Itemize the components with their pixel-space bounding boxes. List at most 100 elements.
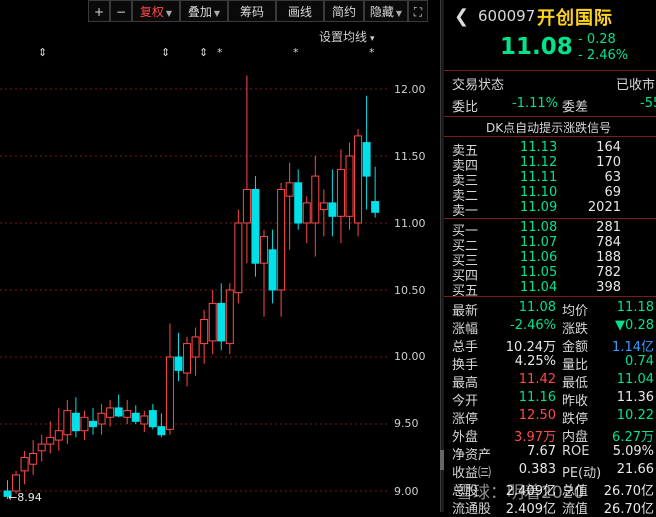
zoom-in-button[interactable]: +: [88, 0, 110, 22]
diejia-label: 叠加: [187, 5, 212, 19]
weibi-value: -1.11%: [512, 96, 558, 111]
candle[interactable]: [71, 397, 80, 438]
divider: [444, 136, 656, 137]
event-marker[interactable]: ⇕: [38, 46, 47, 59]
candle[interactable]: [97, 403, 106, 435]
candle[interactable]: [80, 410, 89, 441]
candle[interactable]: [328, 169, 337, 237]
candle-body: [97, 412, 106, 425]
divider: [444, 70, 656, 71]
candle[interactable]: [362, 95, 371, 210]
candle-body: [371, 201, 380, 213]
kline-chart-area[interactable]: + − 复权 ▼ 叠加 ▼ 筹码 画线 简约 隐藏 ▼ ⛶ 设置均线 ▾ ⇕ ⇕ ⇕ *…: [0, 0, 440, 512]
quote-value: 10.22: [616, 408, 654, 423]
jianyue-button[interactable]: 简约: [324, 0, 364, 22]
event-marker[interactable]: *: [217, 46, 223, 59]
candle[interactable]: [37, 434, 46, 462]
candle-body: [208, 302, 217, 342]
candle[interactable]: [63, 399, 72, 445]
quote-value: 4.25%: [514, 354, 556, 369]
quote-label: ROE: [562, 444, 590, 459]
sell-level-price: 11.13: [520, 140, 558, 155]
candle[interactable]: [123, 399, 132, 424]
kline-chart[interactable]: [0, 0, 440, 512]
diejia-dropdown[interactable]: 叠加 ▼: [180, 0, 228, 22]
buy-level-price: 11.04: [520, 280, 558, 295]
candle[interactable]: [208, 290, 217, 355]
quote-value: 12.50: [518, 408, 556, 423]
buy-level-price: 11.05: [520, 265, 558, 280]
candle[interactable]: [285, 162, 294, 250]
fuquan-dropdown[interactable]: 复权 ▼: [132, 0, 180, 22]
candle[interactable]: [251, 176, 260, 277]
candle[interactable]: [319, 189, 328, 237]
candle[interactable]: [336, 149, 345, 244]
candle[interactable]: [89, 407, 97, 435]
yincang-dropdown[interactable]: 隐藏 ▼: [364, 0, 408, 22]
dropdown-arrow-icon: ▼: [165, 9, 173, 18]
candle[interactable]: [217, 283, 226, 351]
quote-label: 换手: [452, 358, 479, 373]
dk-signal-title[interactable]: DK点自动提示涨跌信号: [486, 119, 611, 136]
candle[interactable]: [54, 407, 63, 451]
candle[interactable]: [20, 450, 29, 485]
candle-body: [294, 182, 303, 224]
trade-status-value: 已收市: [616, 78, 656, 93]
candle[interactable]: [46, 421, 55, 454]
candle[interactable]: [354, 129, 363, 237]
candle[interactable]: [371, 166, 380, 218]
candle[interactable]: [260, 229, 268, 317]
candle[interactable]: [140, 410, 149, 433]
candle[interactable]: [183, 336, 192, 387]
chouma-button[interactable]: 筹码: [228, 0, 276, 22]
price-axis-label: 12.00: [394, 83, 426, 96]
quote-label: 总手: [452, 340, 479, 355]
candle-body: [285, 182, 294, 197]
candle-body: [148, 410, 157, 428]
event-marker[interactable]: *: [369, 46, 375, 59]
candle[interactable]: [200, 310, 209, 364]
candle[interactable]: [345, 142, 354, 230]
candle[interactable]: [225, 283, 234, 355]
candle[interactable]: [191, 327, 200, 376]
candle[interactable]: [165, 323, 174, 435]
buy-level-volume: 188: [596, 250, 621, 265]
candle[interactable]: [157, 413, 166, 438]
candle[interactable]: [29, 440, 38, 475]
candle-body: [12, 474, 21, 492]
quote-label: 内盘: [562, 430, 589, 445]
candle[interactable]: [268, 229, 277, 304]
candle[interactable]: [148, 403, 157, 430]
event-marker[interactable]: ⇕: [161, 46, 170, 59]
ma-setting-dropdown[interactable]: 设置均线 ▾: [319, 28, 375, 45]
weicha-label: 委差: [562, 100, 589, 115]
candle[interactable]: [131, 405, 140, 424]
event-marker[interactable]: *: [293, 46, 299, 59]
candle-body: [131, 412, 140, 422]
candle[interactable]: [294, 169, 303, 230]
candle[interactable]: [277, 182, 286, 317]
price-axis-label: 11.00: [394, 217, 426, 230]
fullscreen-icon[interactable]: ⛶: [408, 0, 428, 22]
back-arrow-icon[interactable]: ❮: [454, 6, 469, 27]
candle[interactable]: [234, 209, 243, 304]
candle-body: [46, 436, 55, 445]
candle[interactable]: [302, 196, 311, 244]
candle[interactable]: [311, 156, 320, 257]
candle[interactable]: [242, 75, 251, 264]
zoom-out-button[interactable]: −: [110, 0, 132, 22]
buy-level-volume: 784: [596, 235, 621, 250]
huaxian-button[interactable]: 画线: [276, 0, 324, 22]
candle[interactable]: [106, 399, 115, 427]
candle-body: [336, 168, 345, 217]
trade-status-label: 交易状态: [452, 78, 505, 93]
candle[interactable]: [174, 332, 183, 382]
quote-value: 11.36: [616, 390, 654, 405]
candle-body: [71, 412, 80, 432]
quote-value: 6.27万: [612, 430, 654, 445]
quote-label: 金额: [562, 340, 589, 355]
event-marker[interactable]: ⇕: [199, 46, 208, 59]
yincang-label: 隐藏: [369, 5, 394, 19]
candle[interactable]: [114, 394, 123, 418]
candle-body: [242, 189, 251, 224]
